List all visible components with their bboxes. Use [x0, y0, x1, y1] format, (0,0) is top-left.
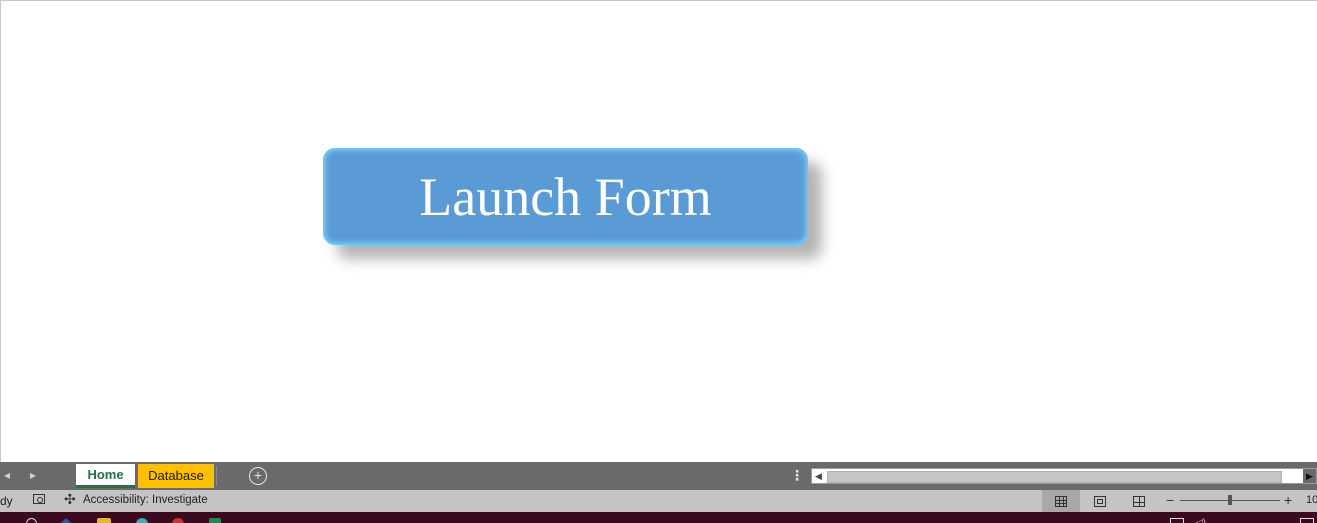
taskbar-opera-icon[interactable]	[172, 518, 184, 523]
worksheet-canvas[interactable]: Launch Form	[0, 0, 1317, 462]
taskbar-edge-icon[interactable]	[58, 517, 74, 523]
taskbar-notification-icon[interactable]	[1300, 518, 1314, 523]
macro-record-icon[interactable]	[33, 494, 45, 504]
horizontal-scrollbar[interactable]: ◀ ▶	[811, 468, 1317, 484]
page-layout-view-button[interactable]	[1081, 490, 1119, 512]
normal-view-icon	[1055, 495, 1067, 507]
taskbar-browser-icon[interactable]	[136, 518, 148, 523]
tab-split-handle-icon[interactable]: ⋮	[790, 467, 804, 484]
horizontal-scroll-thumb[interactable]	[827, 471, 1282, 483]
tab-divider	[216, 466, 217, 486]
new-sheet-plus-icon[interactable]: +	[249, 467, 267, 485]
zoom-slider-thumb[interactable]	[1228, 495, 1232, 505]
accessibility-status[interactable]: Accessibility: Investigate	[83, 494, 208, 506]
zoom-in-button[interactable]: +	[1284, 492, 1292, 508]
sheet-tab-database[interactable]: Database	[138, 464, 214, 488]
taskbar-volume-icon[interactable]: ◁)	[1196, 517, 1206, 523]
scroll-left-arrow-icon[interactable]: ◀	[812, 469, 825, 483]
status-bar: dy ✣ Accessibility: Investigate − + 10	[0, 490, 1317, 512]
launch-form-button[interactable]: Launch Form	[323, 148, 808, 245]
zoom-level-text[interactable]: 10	[1306, 494, 1317, 506]
status-ready-text: dy	[0, 494, 13, 508]
taskbar-display-icon[interactable]	[1170, 518, 1184, 523]
page-break-view-icon	[1133, 495, 1145, 507]
page-layout-view-icon	[1094, 495, 1106, 507]
scroll-right-arrow-icon[interactable]: ▶	[1303, 469, 1316, 483]
taskbar-search-icon[interactable]	[26, 518, 37, 523]
sheet-tab-home[interactable]: Home	[76, 464, 135, 488]
windows-taskbar: ◁)	[0, 512, 1317, 523]
page-break-view-button[interactable]	[1120, 490, 1158, 512]
next-sheet-arrow-icon[interactable]: ▸	[26, 468, 40, 482]
previous-sheet-arrow-icon[interactable]: ◂	[0, 468, 14, 482]
accessibility-icon[interactable]: ✣	[64, 491, 76, 508]
taskbar-folder-icon[interactable]	[97, 518, 111, 523]
zoom-out-button[interactable]: −	[1166, 492, 1174, 508]
sheet-tab-bar: ◂ ▸ Home Database + ⋮ ◀ ▶	[0, 462, 1317, 490]
taskbar-excel-icon[interactable]	[209, 518, 221, 523]
normal-view-button[interactable]	[1042, 490, 1080, 512]
